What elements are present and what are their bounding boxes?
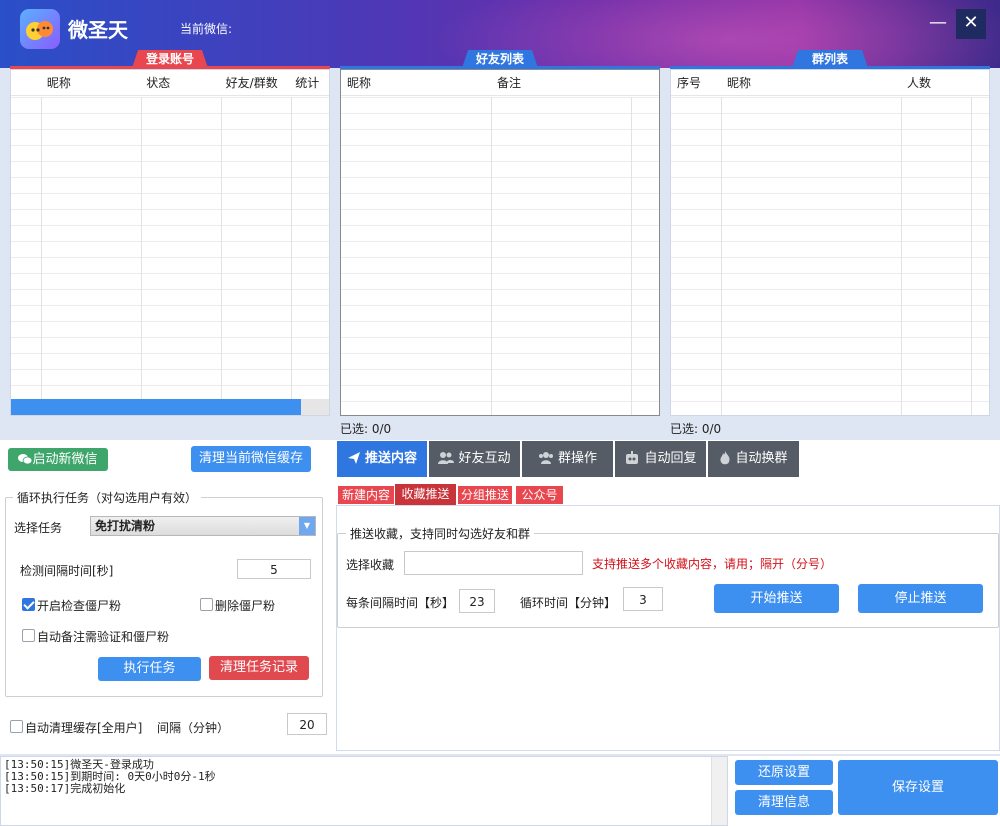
interval-minutes-label: 间隔（分钟） [157, 721, 230, 735]
column-header-stats[interactable]: 统计 [289, 70, 329, 95]
tab-auto-reply[interactable]: 自动回复 [615, 441, 706, 477]
tab-friend-interaction[interactable]: 好友互动 [429, 441, 520, 477]
app-logo [20, 9, 60, 49]
column-header-nickname[interactable]: 昵称 [341, 70, 491, 95]
horizontal-scrollbar-thumb[interactable] [11, 399, 301, 415]
robot-icon [626, 451, 639, 464]
clear-task-log-button[interactable]: 清理任务记录 [209, 656, 309, 680]
each-interval-label: 每条间隔时间【秒】 [346, 596, 455, 610]
app-title: 微圣天 [68, 18, 128, 42]
stop-push-button[interactable]: 停止推送 [858, 584, 983, 613]
minimize-button[interactable]: — [924, 10, 952, 38]
send-icon [347, 452, 360, 464]
chevron-down-icon[interactable]: ▼ [299, 517, 315, 535]
log-output[interactable]: [13:50:15]微圣天-登录成功 [13:50:15]到期时间: 0天0小时… [0, 756, 728, 826]
fire-icon [720, 451, 731, 465]
auto-note-label: 自动备注需验证和僵尸粉 [37, 630, 170, 644]
column-header-friends-groups[interactable]: 好友/群数 [220, 70, 290, 95]
tab-group-operations[interactable]: 群操作 [522, 441, 613, 477]
column-header-status[interactable]: 状态 [140, 70, 219, 95]
tab-push-content[interactable]: 推送内容 [337, 441, 427, 477]
favorites-push-group [337, 533, 999, 628]
check-zombie-checkbox[interactable] [22, 598, 35, 611]
subtab-official-account[interactable]: 公众号 [516, 486, 563, 504]
log-scrollbar[interactable] [711, 757, 727, 825]
users-icon [438, 452, 455, 464]
group-icon [538, 452, 553, 464]
tab-auto-switch-group[interactable]: 自动换群 [708, 441, 799, 477]
save-settings-button[interactable]: 保存设置 [838, 760, 998, 815]
column-header-members[interactable]: 人数 [901, 70, 971, 95]
select-favorite-input[interactable] [404, 551, 583, 575]
select-favorite-label: 选择收藏 [346, 558, 395, 572]
subtab-group-push[interactable]: 分组推送 [458, 486, 512, 504]
favorite-hint: 支持推送多个收藏内容，请用；隔开（分号） [592, 557, 833, 571]
auto-note-checkbox[interactable] [22, 629, 35, 642]
column-header-nickname[interactable]: 昵称 [41, 70, 140, 95]
column-header-index[interactable]: 序号 [671, 70, 721, 95]
column-header-nickname[interactable]: 昵称 [721, 70, 901, 95]
check-zombie-label: 开启检查僵尸粉 [37, 599, 122, 613]
each-interval-input[interactable]: 23 [459, 589, 495, 613]
column-header-check [11, 70, 41, 95]
horizontal-scrollbar-track[interactable] [11, 399, 329, 415]
current-wechat-label: 当前微信: [180, 22, 233, 36]
interval-input[interactable]: 5 [237, 559, 311, 579]
delete-zombie-label: 删除僵尸粉 [215, 599, 276, 613]
column-header-extra [971, 70, 989, 95]
login-accounts-table[interactable]: 昵称 状态 好友/群数 统计 [10, 69, 330, 416]
column-header-remark[interactable]: 备注 [491, 70, 631, 95]
interval-label: 检测间隔时间[秒] [20, 564, 114, 578]
loop-task-legend: 循环执行任务（对勾选用户有效） [13, 489, 202, 506]
table-body[interactable] [11, 97, 329, 415]
table-header: 昵称 备注 [341, 70, 659, 96]
table-body[interactable] [671, 97, 989, 415]
loop-time-input[interactable]: 3 [623, 587, 663, 611]
run-task-button[interactable]: 执行任务 [98, 657, 201, 681]
group-list-table[interactable]: 序号 昵称 人数 [670, 69, 990, 416]
table-header: 昵称 状态 好友/群数 统计 [11, 70, 329, 96]
restore-settings-button[interactable]: 还原设置 [735, 760, 833, 785]
table-header: 序号 昵称 人数 [671, 70, 989, 96]
delete-zombie-checkbox[interactable] [200, 598, 213, 611]
close-button[interactable]: ✕ [956, 9, 986, 39]
subtab-favorites-push[interactable]: 收藏推送 [395, 484, 456, 505]
clear-wechat-cache-button[interactable]: 清理当前微信缓存 [191, 446, 311, 472]
favorites-push-legend: 推送收藏，支持同时勾选好友和群 [346, 525, 535, 542]
auto-clear-cache-checkbox[interactable] [10, 720, 23, 733]
column-header-extra [631, 70, 659, 95]
clear-info-button[interactable]: 清理信息 [735, 790, 833, 815]
friend-list-table[interactable]: 昵称 备注 [340, 69, 660, 416]
start-push-button[interactable]: 开始推送 [714, 584, 839, 613]
friend-selected-count: 已选: 0/0 [340, 422, 392, 436]
select-task-dropdown[interactable]: 免打扰清粉 ▼ [90, 516, 316, 536]
interval-minutes-input[interactable]: 20 [287, 713, 327, 735]
select-task-label: 选择任务 [14, 521, 63, 535]
log-line: [13:50:17]完成初始化 [4, 782, 126, 795]
auto-clear-cache-label: 自动清理缓存[全用户] [25, 721, 143, 735]
subtab-new-content[interactable]: 新建内容 [338, 486, 394, 504]
loop-time-label: 循环时间【分钟】 [520, 596, 617, 610]
group-selected-count: 已选: 0/0 [670, 422, 722, 436]
select-task-value: 免打扰清粉 [95, 519, 156, 533]
table-body[interactable] [341, 97, 659, 415]
start-new-wechat-button[interactable]: 启动新微信 [8, 448, 108, 471]
wechat-icon [18, 454, 33, 465]
